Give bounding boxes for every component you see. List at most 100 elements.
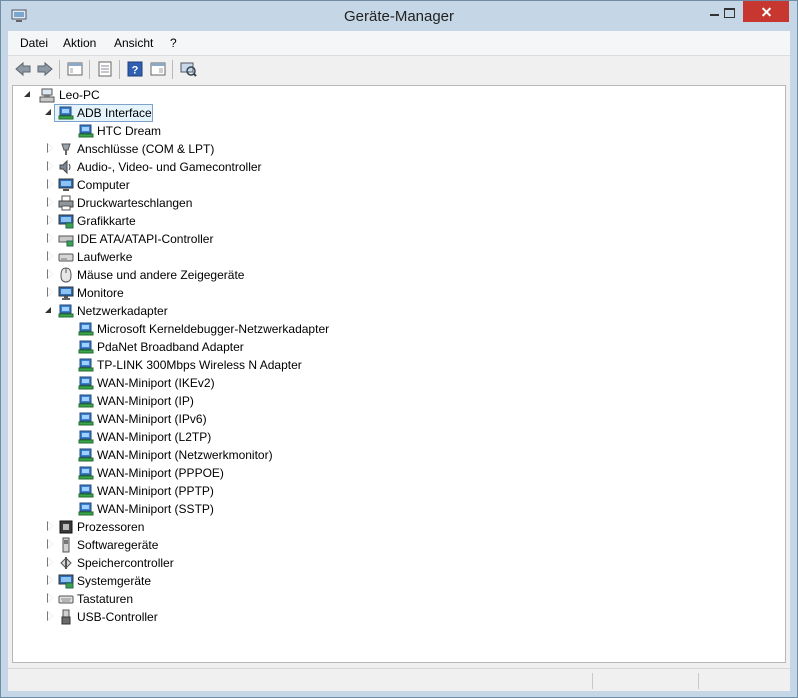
expand-arrow[interactable] <box>46 197 56 208</box>
tree-category[interactable]: Druckwarteschlangen <box>13 194 773 212</box>
tree-category[interactable]: Monitore <box>13 284 773 302</box>
tree-item-label: WAN-Miniport (IPv6) <box>97 412 207 426</box>
tree-category[interactable]: Anschlüsse (COM & LPT) <box>13 140 773 158</box>
tree-category[interactable]: Mäuse und andere Zeigegeräte <box>13 266 773 284</box>
scan-hardware-icon[interactable] <box>179 60 197 78</box>
expand-arrow[interactable] <box>46 539 56 550</box>
tree-item-label: Laufwerke <box>77 250 133 264</box>
system-devices-icon <box>58 574 74 589</box>
network-adapter-icon <box>78 376 94 390</box>
disk-drive-icon <box>58 253 74 262</box>
back-icon[interactable] <box>14 60 32 78</box>
tree-item-label: Prozessoren <box>77 520 145 534</box>
toolbar: ? <box>8 56 790 83</box>
ports-icon <box>61 143 71 155</box>
toolbar-separator <box>89 60 90 79</box>
menu-help[interactable]: ? <box>170 36 177 50</box>
network-adapter-icon <box>78 340 94 354</box>
monitor-icon <box>58 286 74 300</box>
show-hide-console-tree-icon[interactable] <box>66 60 84 78</box>
menu-ansicht[interactable]: Ansicht <box>114 36 153 50</box>
network-adapter-icon <box>78 484 94 498</box>
expand-arrow[interactable] <box>46 179 56 190</box>
expand-arrow[interactable] <box>46 251 56 262</box>
tree-device[interactable]: WAN-Miniport (SSTP) <box>13 500 773 518</box>
tree-device[interactable]: WAN-Miniport (PPTP) <box>13 482 773 500</box>
help-icon[interactable]: ? <box>126 60 144 78</box>
title-bar[interactable]: Geräte-Manager <box>1 1 797 31</box>
device-manager-window: Geräte-Manager Datei Aktion Ansicht ? ? … <box>0 0 798 698</box>
close-button[interactable] <box>743 1 789 22</box>
menu-aktion[interactable]: Aktion <box>63 36 96 50</box>
tree-device[interactable]: WAN-Miniport (PPPOE) <box>13 464 773 482</box>
tree-category[interactable]: IDE ATA/ATAPI-Controller <box>13 230 773 248</box>
expand-arrow[interactable] <box>23 90 33 100</box>
processor-icon <box>59 520 73 534</box>
expand-arrow[interactable] <box>46 521 56 532</box>
tree-item-label: Mäuse und andere Zeigegeräte <box>77 268 245 282</box>
properties-icon[interactable] <box>96 60 114 78</box>
tree-device[interactable]: WAN-Miniport (IPv6) <box>13 410 773 428</box>
display-adapter-icon <box>58 214 74 229</box>
network-adapter-icon <box>78 124 94 138</box>
collapse-arrow[interactable] <box>44 108 54 118</box>
tree-category[interactable]: Systemgeräte <box>13 572 773 590</box>
tree-device[interactable]: TP-LINK 300Mbps Wireless N Adapter <box>13 356 773 374</box>
tree-category[interactable]: Computer <box>13 176 773 194</box>
tree-category[interactable]: Laufwerke <box>13 248 773 266</box>
tree-root[interactable]: Leo-PC <box>13 86 213 104</box>
expand-arrow[interactable] <box>46 611 56 622</box>
tree-item-label: WAN-Miniport (PPTP) <box>97 484 214 498</box>
expand-arrow[interactable] <box>46 161 56 172</box>
tree-category[interactable]: Grafikkarte <box>13 212 773 230</box>
tree-item-label: WAN-Miniport (Netzwerkmonitor) <box>97 448 273 462</box>
network-adapter-icon <box>78 466 94 480</box>
keyboard-icon <box>58 595 74 604</box>
tree-category[interactable]: Tastaturen <box>13 590 773 608</box>
expand-arrow[interactable] <box>46 593 56 604</box>
tree-category[interactable]: Softwaregeräte <box>13 536 773 554</box>
expand-arrow[interactable] <box>46 233 56 244</box>
audio-icon <box>59 159 71 175</box>
tree-device[interactable]: WAN-Miniport (Netzwerkmonitor) <box>13 446 773 464</box>
tree-category[interactable]: ADB Interface <box>13 104 773 122</box>
expand-arrow[interactable] <box>46 269 56 280</box>
tree-item-label: IDE ATA/ATAPI-Controller <box>77 232 214 246</box>
tree-item-label: PdaNet Broadband Adapter <box>97 340 244 354</box>
tree-item-label: Tastaturen <box>77 592 134 606</box>
expand-arrow[interactable] <box>46 575 56 586</box>
tree-item-label: Microsoft Kerneldebugger-Netzwerkadapter <box>97 322 330 336</box>
forward-icon[interactable] <box>36 60 54 78</box>
tree-device[interactable]: HTC Dream <box>13 122 773 140</box>
tree-item-label: ADB Interface <box>77 106 152 120</box>
tree-category[interactable]: Prozessoren <box>13 518 773 536</box>
software-device-icon <box>62 537 70 553</box>
tree-category[interactable]: Audio-, Video- und Gamecontroller <box>13 158 773 176</box>
network-adapter-icon <box>78 322 94 336</box>
tree-category[interactable]: Speichercontroller <box>13 554 773 572</box>
status-bar <box>8 668 790 691</box>
expand-arrow[interactable] <box>46 287 56 298</box>
tree-device[interactable]: Microsoft Kerneldebugger-Netzwerkadapter <box>13 320 773 338</box>
maximize-button[interactable] <box>716 1 743 22</box>
tree-device[interactable]: PdaNet Broadband Adapter <box>13 338 773 356</box>
collapse-arrow[interactable] <box>44 306 54 316</box>
device-tree[interactable]: Leo-PC ADB Interface HTC Dream Anschlüsse … <box>12 85 786 663</box>
toolbar-separator <box>59 60 60 79</box>
network-adapter-icon <box>78 502 94 516</box>
network-adapter-icon <box>78 394 94 408</box>
view-icon[interactable] <box>149 60 167 78</box>
tree-device[interactable]: WAN-Miniport (IP) <box>13 392 773 410</box>
tree-category[interactable]: Netzwerkadapter <box>13 302 773 320</box>
client-area: Datei Aktion Ansicht ? ? Leo-PC ADB Inte… <box>8 31 790 691</box>
expand-arrow[interactable] <box>46 215 56 226</box>
menu-datei[interactable]: Datei <box>20 36 48 50</box>
tree-device[interactable]: WAN-Miniport (IKEv2) <box>13 374 773 392</box>
expand-arrow[interactable] <box>46 143 56 154</box>
toolbar-separator <box>119 60 120 79</box>
computer-icon <box>58 178 74 191</box>
tree-item-label: TP-LINK 300Mbps Wireless N Adapter <box>97 358 302 372</box>
expand-arrow[interactable] <box>46 557 56 568</box>
tree-device[interactable]: WAN-Miniport (L2TP) <box>13 428 773 446</box>
tree-category[interactable]: USB-Controller <box>13 608 773 626</box>
